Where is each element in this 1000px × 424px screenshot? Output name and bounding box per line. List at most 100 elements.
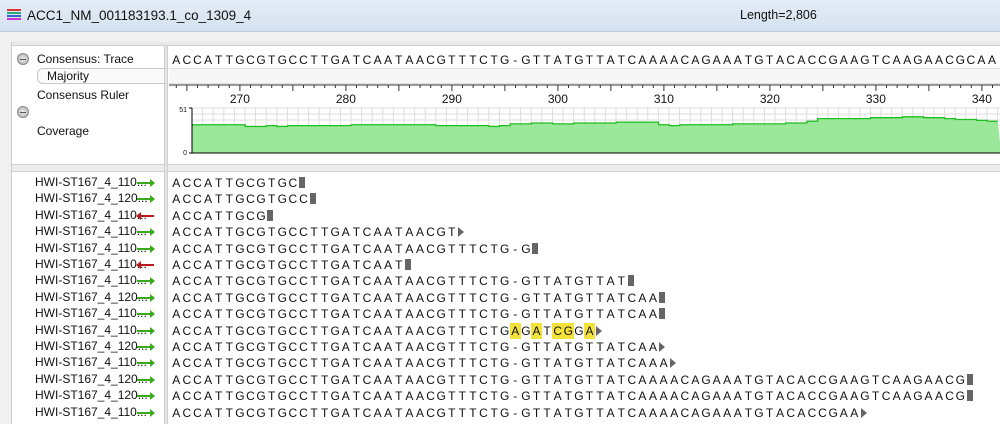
read-base: A <box>405 389 414 404</box>
consensus-base: A <box>935 53 944 67</box>
read-base: G <box>277 340 287 354</box>
read-base: A <box>606 307 615 322</box>
read-sequence[interactable]: ACCATTGCGTGCCTTGATCAATAACGTTTCTG-GTTATGT… <box>171 388 973 404</box>
y-tick-label: 51 <box>179 107 187 114</box>
read-name[interactable]: HWI-ST167_4_120... <box>35 290 148 304</box>
read-base: T <box>310 356 318 371</box>
consensus-base: T <box>320 53 329 67</box>
read-sequence[interactable]: ACCATTGCGTGCCTTGATCAATAACGTTTCTG-GTTATGT… <box>171 355 676 371</box>
read-sequence[interactable]: ACCATTGCGTGCCTTGATCAATAACGTTTCTG-G <box>171 241 539 257</box>
read-sequence[interactable]: ACCATTGCGTGCCTTGATCAATAACGTTTCTG-GTTATGT… <box>171 290 666 306</box>
read-base: C <box>807 405 817 420</box>
read-base: C <box>246 405 255 420</box>
read-base: C <box>362 372 372 387</box>
read-base: C <box>246 340 255 354</box>
read-sequence[interactable]: ACCATTGCGTGCCTTGATCAATAACGTTTCTG-GTTATGT… <box>171 306 666 322</box>
read-base: A <box>204 389 213 404</box>
read-base: T <box>448 405 456 420</box>
read-base: T <box>267 372 276 387</box>
read-name[interactable]: HWI-ST167_4_120... <box>35 372 148 386</box>
consensus-base: C <box>680 53 690 67</box>
read-base: C <box>786 389 796 404</box>
consensus-base: C <box>818 53 827 67</box>
read-base: A <box>204 176 213 190</box>
read-base: A <box>553 389 562 404</box>
read-base: T <box>469 274 477 289</box>
read-base: C <box>182 176 192 190</box>
read-sequence[interactable]: ACCATTGCGTGCCTTGATCAATAACGTTTCTG-GTTATGT… <box>171 405 867 421</box>
read-name[interactable]: HWI-ST167_4_110... <box>35 323 147 337</box>
read-base: T <box>215 274 223 289</box>
read-name[interactable]: HWI-ST167_4_110... <box>35 208 147 222</box>
read-name[interactable]: HWI-ST167_4_120... <box>35 388 148 402</box>
read-name[interactable]: HWI-ST167_4_110... <box>35 257 147 271</box>
read-sequence[interactable]: ACCATTGCGTGCCTTGATCAATAACGTTTCTG-GTTATGT… <box>171 273 634 289</box>
read-base: C <box>627 356 637 371</box>
read-base: C <box>246 372 255 387</box>
read-name[interactable]: HWI-ST167_4_110... <box>35 241 147 255</box>
read-sequence[interactable]: ACCATTGCGTGCCTTGATCAATAACGT <box>171 224 465 240</box>
read-base: T <box>320 290 329 305</box>
read-base: T <box>469 356 477 371</box>
read-base: C <box>680 389 690 404</box>
consensus-base: T <box>490 53 498 67</box>
read-name[interactable]: HWI-ST167_4_110... <box>35 175 147 189</box>
read-base: C <box>182 208 192 223</box>
read-sequence[interactable]: ACCATTGCGTGCCTTGATCAATAACGTTTCTG-GTTATGT… <box>171 372 973 388</box>
read-base: T <box>225 258 233 272</box>
read-base: C <box>182 241 192 256</box>
consensus-base: G <box>330 53 340 67</box>
read-name[interactable]: HWI-ST167_4_110... <box>35 405 147 419</box>
read-base: G <box>256 208 266 223</box>
consensus-base: G <box>574 53 584 67</box>
read-base: G <box>754 372 764 387</box>
read-base: C <box>288 225 298 240</box>
read-base: T <box>765 372 774 387</box>
read-base: C <box>246 208 255 223</box>
read-base: A <box>373 372 382 387</box>
read-name[interactable]: HWI-ST167_4_110... <box>35 355 147 369</box>
read-name[interactable]: HWI-ST167_4_110... <box>35 273 147 287</box>
read-base: T <box>267 192 276 207</box>
read-name[interactable]: HWI-ST167_4_110... <box>35 224 147 238</box>
read-base: G <box>521 356 531 371</box>
read-base: C <box>807 372 817 387</box>
read-name[interactable]: HWI-ST167_4_110... <box>35 306 147 320</box>
read-base: T <box>617 372 625 387</box>
collapse-coverage-icon[interactable] <box>17 106 29 118</box>
read-sequence[interactable]: ACCATTGCGTGCC <box>171 191 316 207</box>
read-base: A <box>384 225 393 240</box>
consensus-base: C <box>627 53 637 67</box>
read-end-marker <box>659 308 666 320</box>
read-base: G <box>436 307 446 322</box>
read-base: A <box>415 307 424 322</box>
read-base: A <box>341 372 350 387</box>
read-base: T <box>543 274 551 289</box>
read-name[interactable]: HWI-ST167_4_120... <box>35 191 148 205</box>
read-sequence[interactable]: ACCATTGCG <box>171 208 274 224</box>
read-base: T <box>215 323 223 338</box>
read-base: T <box>744 389 753 404</box>
read-base: G <box>256 307 266 322</box>
read-base: C <box>362 340 372 354</box>
read-base: - <box>513 290 518 305</box>
consensus-base: T <box>765 53 774 67</box>
read-base: T <box>744 372 753 387</box>
consensus-base: A <box>691 53 700 67</box>
section-divider[interactable] <box>12 164 1000 172</box>
column-divider[interactable] <box>164 46 168 424</box>
majority-selector[interactable]: Majority <box>37 68 165 84</box>
read-name[interactable]: HWI-ST167_4_120... <box>35 339 148 353</box>
read-sequence[interactable]: ACCATTGCGTGC <box>171 175 306 191</box>
read-base: C <box>182 258 192 272</box>
read-base: T <box>596 389 604 404</box>
collapse-consensus-icon[interactable] <box>17 53 29 65</box>
consensus-base: T <box>617 53 625 67</box>
read-base: A <box>659 372 668 387</box>
read-sequence[interactable]: A C C A T T G C G T G C C T T G A T C A A T A A C G T T T C T G A G A T C GG A <box>171 322 602 339</box>
read-base: A <box>373 258 382 272</box>
read-base: C <box>288 340 298 354</box>
read-sequence[interactable]: ACCATTGCGTGCCTTGATCAATAACGTTTCTG-GTTATGT… <box>171 339 666 355</box>
read-base: T <box>596 405 604 420</box>
read-sequence[interactable]: ACCATTGCGTGCCTTGATCAAT <box>171 257 412 273</box>
